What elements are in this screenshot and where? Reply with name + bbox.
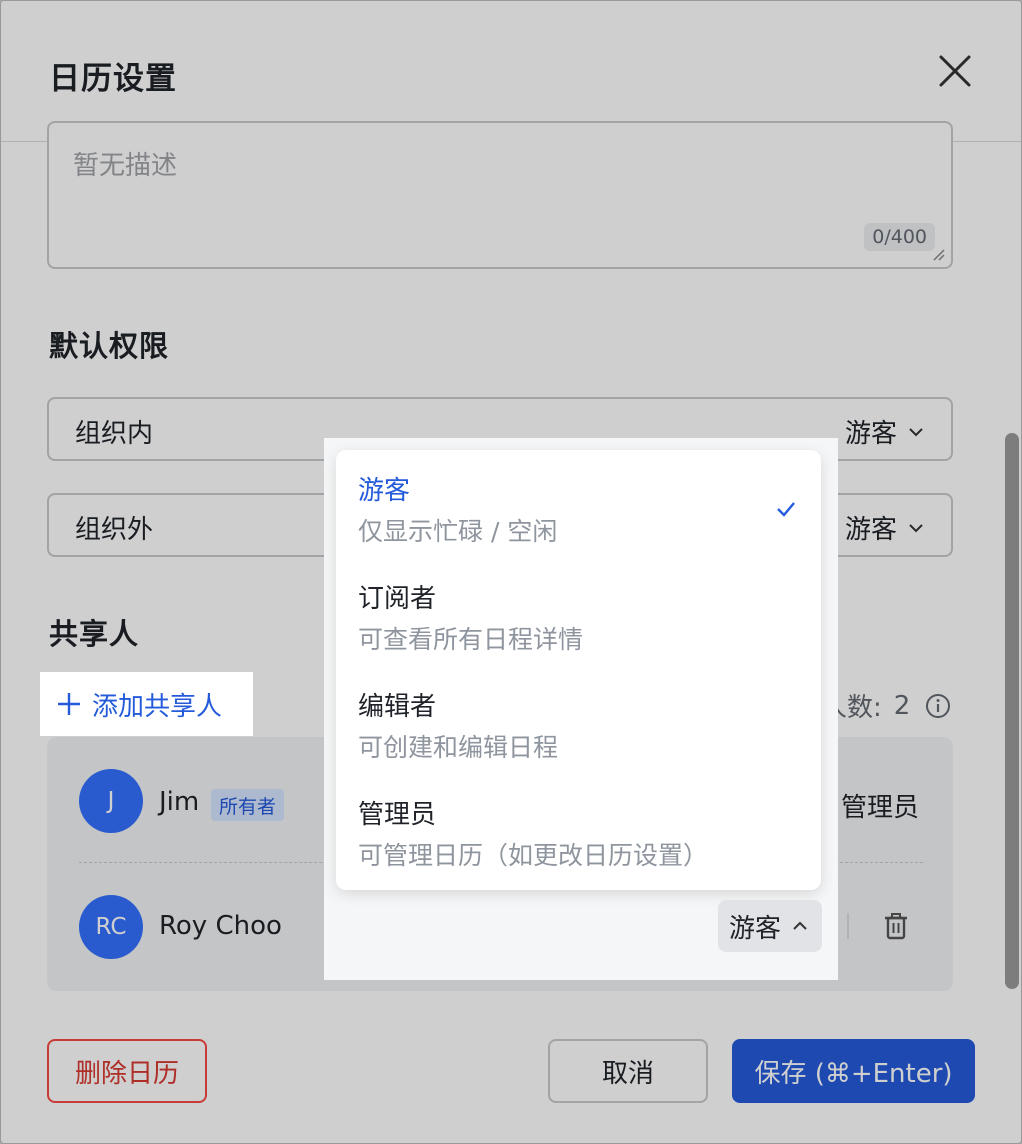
chevron-up-icon xyxy=(793,921,807,930)
close-icon xyxy=(939,55,971,87)
chevron-down-icon xyxy=(909,523,923,532)
delete-calendar-button[interactable]: 删除日历 xyxy=(47,1039,207,1103)
sharer-count-value: 2 xyxy=(893,690,911,721)
save-button[interactable]: 保存 (⌘+Enter) xyxy=(732,1039,975,1103)
info-icon[interactable] xyxy=(924,692,952,720)
description-placeholder: 暂无描述 xyxy=(73,151,178,181)
sharer-count: 人数: 2 xyxy=(821,687,952,724)
dropdown-option-subscriber[interactable]: 订阅者 可查看所有日程详情 xyxy=(336,558,821,666)
option-description: 可创建和编辑日程 xyxy=(358,733,559,762)
trash-icon xyxy=(885,913,907,940)
delete-sharer-button[interactable] xyxy=(881,911,911,941)
dropdown-option-editor[interactable]: 编辑者 可创建和编辑日程 xyxy=(336,666,821,774)
character-counter: 0/400 xyxy=(864,223,935,251)
check-icon xyxy=(777,502,795,517)
cancel-button[interactable]: 取消 xyxy=(548,1039,708,1103)
default-permissions-title: 默认权限 xyxy=(49,329,170,363)
owner-badge: 所有者 xyxy=(211,789,285,821)
permission-value: 游客 xyxy=(844,515,897,545)
add-sharer-button[interactable]: 添加共享人 xyxy=(40,672,253,736)
plus-icon xyxy=(58,693,80,715)
permission-label: 组织内 xyxy=(75,419,154,449)
permission-value: 游客 xyxy=(844,419,897,449)
sharer-name: Roy Choo xyxy=(159,911,282,941)
dropdown-option-guest[interactable]: 游客 仅显示忙碌 / 空闲 xyxy=(336,450,821,558)
scrollbar[interactable] xyxy=(1005,433,1019,989)
sharers-title: 共享人 xyxy=(49,617,140,651)
sharer-role-value: 游客 xyxy=(728,913,781,944)
dropdown-option-admin[interactable]: 管理员 可管理日历（如更改日历设置） xyxy=(336,774,821,882)
sharer-role-select[interactable]: 游客 xyxy=(718,900,822,952)
option-label: 订阅者 xyxy=(358,584,437,614)
option-description: 可管理日历（如更改日历设置） xyxy=(358,841,709,870)
close-button[interactable] xyxy=(935,51,975,91)
dialog-title: 日历设置 xyxy=(49,61,177,97)
option-description: 可查看所有日程详情 xyxy=(358,625,584,654)
option-description: 仅显示忙碌 / 空闲 xyxy=(358,517,558,546)
description-textarea[interactable]: 暂无描述 0/400 xyxy=(47,121,953,269)
sharer-name: Jim xyxy=(159,787,200,817)
option-label: 管理员 xyxy=(358,800,437,830)
permission-select[interactable]: 游客 xyxy=(845,413,927,450)
divider xyxy=(847,913,849,939)
chevron-down-icon xyxy=(909,427,923,436)
role-dropdown-menu: 游客 仅显示忙碌 / 空闲 订阅者 可查看所有日程详情 编辑者 可创建和编辑日程… xyxy=(336,450,821,890)
option-label: 游客 xyxy=(358,476,411,506)
avatar: RC xyxy=(79,895,143,959)
avatar: J xyxy=(79,769,143,833)
sharer-role: 管理员 xyxy=(840,793,919,823)
permission-select[interactable]: 游客 xyxy=(845,509,927,546)
permission-label: 组织外 xyxy=(75,515,154,545)
add-sharer-label: 添加共享人 xyxy=(92,691,223,722)
option-label: 编辑者 xyxy=(358,692,437,722)
resize-handle-icon[interactable] xyxy=(931,247,945,261)
